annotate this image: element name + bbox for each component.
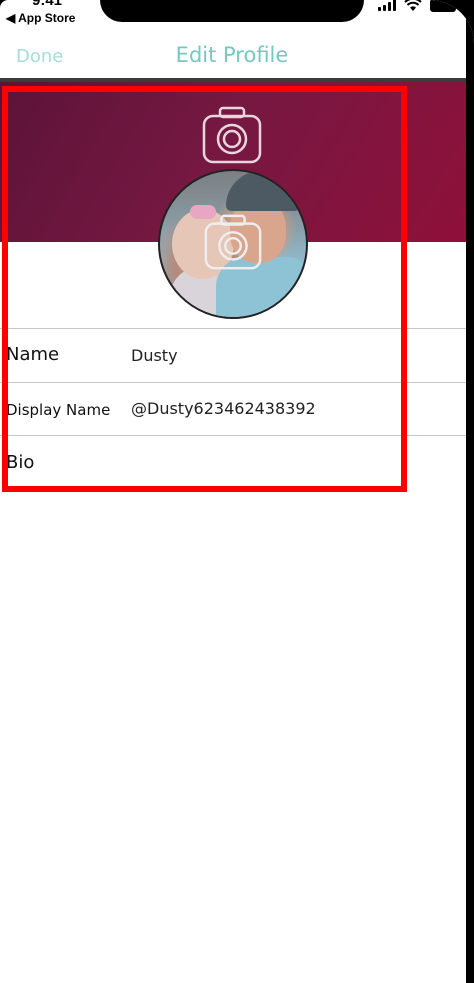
camera-icon[interactable] [200, 104, 264, 168]
signal-icon [378, 0, 396, 11]
status-time: 9:41 [32, 0, 63, 9]
device-edge [466, 0, 474, 983]
camera-icon[interactable] [202, 212, 264, 274]
name-field[interactable]: Dusty [131, 346, 178, 365]
display-name-field[interactable]: @Dusty623462438392 [131, 399, 316, 418]
bio-row[interactable]: Bio [0, 436, 474, 488]
display-name-label: Display Name [6, 401, 111, 419]
wifi-icon [404, 0, 422, 11]
page-title: Edit Profile [175, 43, 289, 67]
battery-icon [430, 0, 456, 12]
status-icons [378, 0, 456, 12]
name-row[interactable]: Name Dusty [0, 329, 474, 381]
nav-bar: Done Edit Profile [0, 34, 474, 80]
name-label: Name [6, 344, 60, 365]
back-to-app-store-link[interactable]: ◀ App Store [6, 11, 75, 25]
display-name-row[interactable]: Display Name @Dusty623462438392 [0, 383, 474, 435]
notch [100, 0, 364, 22]
screen: 9:41 ◀ App Store Done Edit Profile Name … [0, 0, 474, 983]
bio-label: Bio [6, 452, 35, 473]
